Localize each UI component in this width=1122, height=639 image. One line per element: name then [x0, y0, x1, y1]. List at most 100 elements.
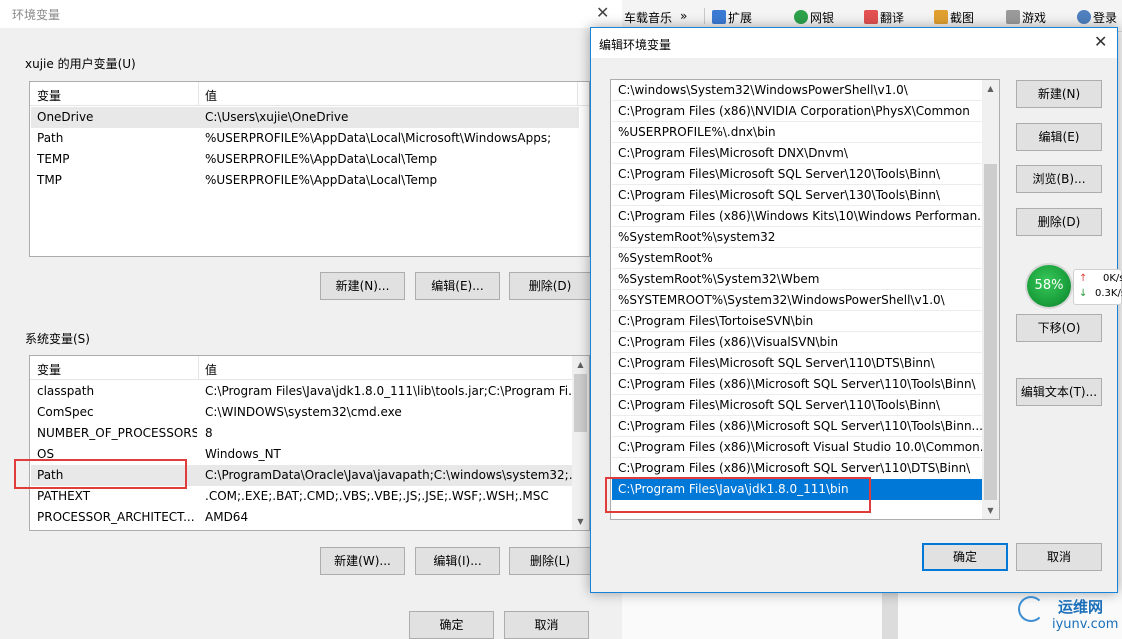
- edit-ok-button[interactable]: 确定: [922, 543, 1008, 571]
- user-vars-label: xujie 的用户变量(U): [25, 57, 136, 71]
- path-item[interactable]: C:\Program Files (x86)\Microsoft SQL Ser…: [612, 458, 983, 479]
- path-item-text: C:\Program Files\Microsoft SQL Server\11…: [618, 398, 941, 412]
- system-vars-label: 系统变量(S): [25, 332, 90, 346]
- edit-browse-button[interactable]: 浏览(B)...: [1016, 165, 1102, 193]
- table-row[interactable]: TEMP %USERPROFILE%\AppData\Local\Temp: [31, 149, 579, 170]
- scroll-down-icon[interactable]: ▼: [572, 513, 589, 530]
- col-variable[interactable]: 变量: [37, 361, 61, 378]
- bank-shield-icon: [794, 10, 808, 24]
- path-item[interactable]: C:\Program Files (x86)\Windows Kits\10\W…: [612, 206, 983, 227]
- download-rate: 0.3K/s: [1095, 288, 1122, 299]
- scroll-thumb[interactable]: [984, 164, 997, 500]
- user-edit-button[interactable]: 编辑(E)...: [415, 272, 500, 300]
- path-item[interactable]: C:\Program Files\Microsoft SQL Server\11…: [612, 395, 983, 416]
- path-item[interactable]: C:\Program Files (x86)\Microsoft SQL Ser…: [612, 374, 983, 395]
- system-vars-header: 变量 值: [30, 356, 589, 380]
- path-item-text: C:\windows\System32\WindowsPowerShell\v1…: [618, 83, 908, 97]
- path-item-text: C:\Program Files (x86)\VisualSVN\bin: [618, 335, 839, 349]
- path-item[interactable]: C:\Program Files (x86)\VisualSVN\bin: [612, 332, 983, 353]
- path-item[interactable]: %SYSTEMROOT%\System32\WindowsPowerShell\…: [612, 290, 983, 311]
- table-row[interactable]: PROCESSOR_ARCHITECT... AMD64: [31, 507, 579, 528]
- download-arrow-icon: ↓: [1079, 288, 1088, 299]
- scroll-up-icon[interactable]: ▲: [572, 356, 589, 373]
- toolbar-item-bank[interactable]: 网银: [794, 9, 834, 26]
- toolbar-item-music[interactable]: 车载音乐: [624, 9, 672, 26]
- table-row[interactable]: TMP %USERPROFILE%\AppData\Local\Temp: [31, 170, 579, 191]
- user-vars-header: 变量 值: [30, 82, 589, 106]
- path-item-text: C:\Program Files (x86)\Microsoft Visual …: [618, 440, 983, 454]
- path-item[interactable]: C:\Program Files\Microsoft SQL Server\12…: [612, 164, 983, 185]
- col-variable[interactable]: 变量: [37, 87, 61, 104]
- dialog-titlebar: 环境变量 ✕: [0, 0, 622, 28]
- edit-cancel-button[interactable]: 取消: [1016, 543, 1102, 571]
- path-item-text: C:\Program Files\Java\jdk1.8.0_111\bin: [618, 482, 849, 496]
- user-vars-list[interactable]: 变量 值 OneDrive C:\Users\xujie\OneDrive Pat…: [29, 81, 590, 257]
- path-item[interactable]: C:\Program Files\TortoiseSVN\bin: [612, 311, 983, 332]
- table-row[interactable]: Path %USERPROFILE%\AppData\Local\Microsof…: [31, 128, 579, 149]
- table-row[interactable]: NUMBER_OF_PROCESSORS 8: [31, 423, 579, 444]
- table-row[interactable]: PATHEXT .COM;.EXE;.BAT;.CMD;.VBS;.VBE;.JS…: [31, 486, 579, 507]
- user-delete-button[interactable]: 删除(D): [509, 272, 591, 300]
- memory-percent[interactable]: 58%: [1025, 263, 1073, 309]
- path-item[interactable]: %USERPROFILE%\.dnx\bin: [612, 122, 983, 143]
- watermark: 运维网 iyunv.com: [1012, 590, 1122, 639]
- system-vars-list[interactable]: 变量 值 classpath C:\Program Files\Java\jdk1…: [29, 355, 590, 531]
- ok-button[interactable]: 确定: [409, 611, 494, 639]
- path-item[interactable]: %SystemRoot%: [612, 248, 983, 269]
- scroll-thumb[interactable]: [574, 374, 587, 432]
- path-item[interactable]: C:\Program Files\Microsoft SQL Server\13…: [612, 185, 983, 206]
- path-list-scrollbar[interactable]: ▲ ▼: [982, 80, 999, 519]
- toolbar-item-login[interactable]: 登录: [1077, 9, 1117, 26]
- toolbar-item-translate[interactable]: 翻译: [864, 9, 904, 26]
- edit-delete-button[interactable]: 删除(D): [1016, 208, 1102, 236]
- path-list[interactable]: C:\windows\System32\WindowsPowerShell\v1…: [610, 79, 1000, 520]
- path-item[interactable]: %SystemRoot%\system32: [612, 227, 983, 248]
- network-speed-widget[interactable]: 58% ↑ ↓ 0K/s 0.3K/s: [1025, 263, 1122, 309]
- close-icon[interactable]: ✕: [1094, 32, 1107, 51]
- toolbar-item-extension[interactable]: 扩展: [712, 9, 752, 26]
- extension-icon: [712, 10, 726, 24]
- path-item-selected[interactable]: C:\Program Files\Java\jdk1.8.0_111\bin: [612, 479, 983, 500]
- user-new-button[interactable]: 新建(N)...: [320, 272, 405, 300]
- cancel-button[interactable]: 取消: [504, 611, 589, 639]
- env-variables-dialog: 环境变量 ✕ xujie 的用户变量(U) 变量 值 OneDrive C:\Us…: [0, 0, 622, 639]
- table-row[interactable]: ComSpec C:\WINDOWS\system32\cmd.exe: [31, 402, 579, 423]
- path-item[interactable]: C:\Program Files\Microsoft SQL Server\11…: [612, 353, 983, 374]
- upload-rate: 0K/s: [1103, 273, 1122, 284]
- close-icon[interactable]: ✕: [596, 3, 609, 22]
- toolbar-item-screenshot[interactable]: 截图: [934, 9, 974, 26]
- scroll-up-icon[interactable]: ▲: [982, 80, 999, 97]
- path-item-text: C:\Program Files (x86)\Microsoft SQL Ser…: [618, 419, 983, 433]
- edit-text-button[interactable]: 编辑文本(T)...: [1016, 378, 1102, 406]
- path-item[interactable]: C:\Program Files (x86)\NVIDIA Corporatio…: [612, 101, 983, 122]
- col-value[interactable]: 值: [205, 87, 217, 104]
- table-row[interactable]: classpath C:\Program Files\Java\jdk1.8.0_…: [31, 381, 579, 402]
- system-vars-scrollbar[interactable]: ▲ ▼: [572, 356, 589, 530]
- toolbar-item-game[interactable]: 游戏: [1006, 9, 1046, 26]
- path-item[interactable]: C:\Program Files (x86)\Microsoft Visual …: [612, 437, 983, 458]
- path-item-text: %SystemRoot%: [618, 251, 713, 265]
- table-row-path-selected[interactable]: Path C:\ProgramData\Oracle\Java\javapath;…: [31, 465, 579, 486]
- path-item-text: %SYSTEMROOT%\System32\WindowsPowerShell\…: [618, 293, 945, 307]
- path-item[interactable]: C:\Program Files\Microsoft DNX\Dnvm\: [612, 143, 983, 164]
- system-edit-button[interactable]: 编辑(I)...: [415, 547, 500, 575]
- upload-arrow-icon: ↑: [1079, 273, 1088, 284]
- col-value[interactable]: 值: [205, 361, 217, 378]
- edit-move-down-button[interactable]: 下移(O): [1016, 314, 1102, 342]
- path-item[interactable]: C:\Program Files (x86)\Microsoft SQL Ser…: [612, 416, 983, 437]
- path-item-text: C:\Program Files\Microsoft SQL Server\11…: [618, 356, 935, 370]
- system-delete-button[interactable]: 删除(L): [509, 547, 591, 575]
- path-item[interactable]: %SystemRoot%\System32\Wbem: [612, 269, 983, 290]
- path-item-text: C:\Program Files\Microsoft DNX\Dnvm\: [618, 146, 848, 160]
- table-row[interactable]: OS Windows_NT: [31, 444, 579, 465]
- watermark-url: iyunv.com: [1052, 617, 1119, 632]
- system-new-button[interactable]: 新建(W)...: [320, 547, 405, 575]
- path-item-text: C:\Program Files\TortoiseSVN\bin: [618, 314, 814, 328]
- screenshot-icon: [934, 10, 948, 24]
- edit-edit-button[interactable]: 编辑(E): [1016, 123, 1102, 151]
- edit-new-button[interactable]: 新建(N): [1016, 80, 1102, 108]
- scroll-down-icon[interactable]: ▼: [982, 502, 999, 519]
- table-row[interactable]: OneDrive C:\Users\xujie\OneDrive: [31, 107, 579, 128]
- path-item[interactable]: C:\windows\System32\WindowsPowerShell\v1…: [612, 80, 983, 101]
- toolbar-more[interactable]: »: [680, 9, 687, 23]
